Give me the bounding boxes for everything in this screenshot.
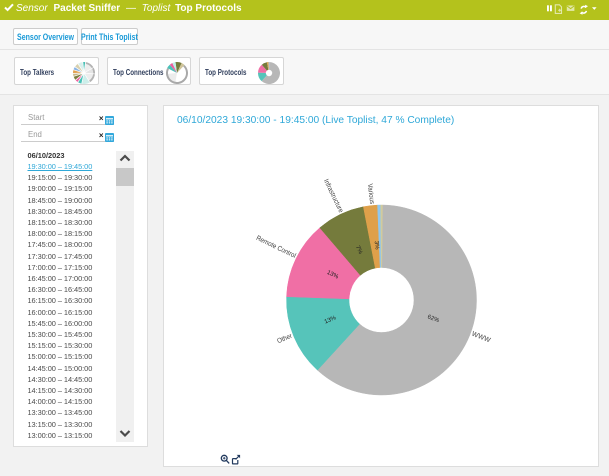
svg-text:Other: Other (276, 333, 293, 346)
svg-text:Various: Various (366, 183, 375, 205)
svg-text:Infrastructure: Infrastructure (322, 178, 344, 214)
svg-text:WWW: WWW (471, 331, 492, 345)
svg-text:3%: 3% (373, 241, 380, 251)
svg-text:Remote Control: Remote Control (255, 235, 297, 260)
